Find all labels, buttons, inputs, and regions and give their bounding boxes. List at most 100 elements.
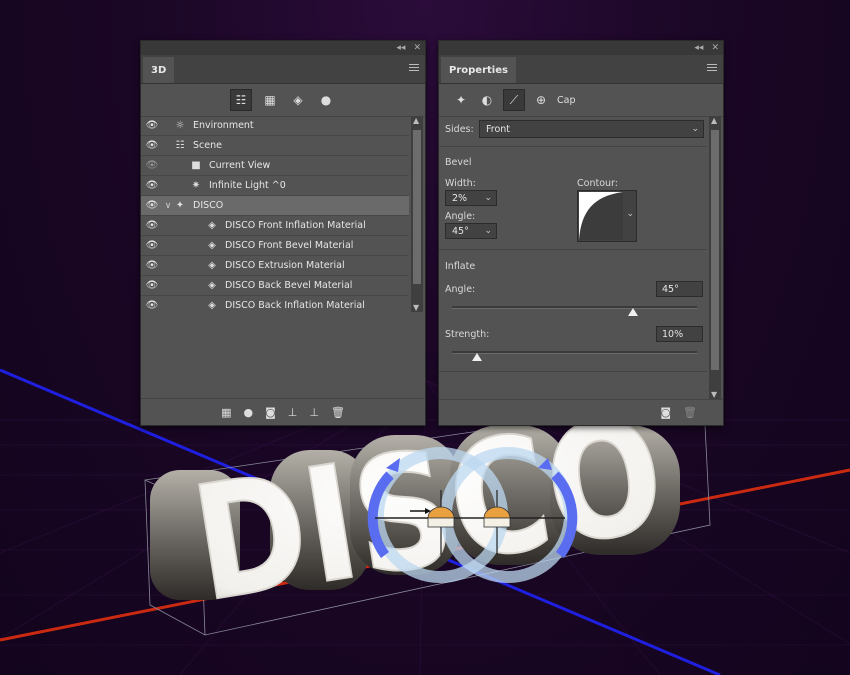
visibility-eye-icon[interactable]: 👁 bbox=[145, 160, 159, 171]
panel-properties-titlebar[interactable]: ◂◂ ✕ bbox=[439, 41, 723, 55]
bevel-angle-label: Angle: bbox=[445, 211, 476, 222]
expand-chevron-icon[interactable]: ∨ bbox=[163, 201, 173, 211]
light-filter-icon[interactable]: ● bbox=[316, 90, 336, 110]
bevel-angle-value: 45° bbox=[452, 225, 469, 237]
panel-3d-tabrow: 3D bbox=[141, 55, 425, 84]
scroll-up-arrow[interactable]: ▲ bbox=[711, 116, 717, 125]
layer-row[interactable]: 👁 ◈ DISCO Back Bevel Material bbox=[141, 276, 409, 296]
render-icon[interactable]: ◙ bbox=[265, 406, 276, 419]
collapse-icon[interactable]: ◂◂ bbox=[396, 43, 405, 53]
properties-mode-toolbar: ✦ ◐ ⟋ ⊕ Cap bbox=[439, 84, 723, 117]
contour-picker[interactable]: ⌄ bbox=[577, 190, 637, 242]
tab-properties[interactable]: Properties bbox=[441, 57, 516, 83]
collapse-icon[interactable]: ◂◂ bbox=[694, 43, 703, 53]
inflate-angle-slider[interactable] bbox=[452, 306, 697, 309]
deform-properties-icon[interactable]: ◐ bbox=[477, 90, 497, 110]
sides-select-value: Front bbox=[486, 123, 511, 135]
panel-3d-titlebar[interactable]: ◂◂ ✕ bbox=[141, 41, 425, 55]
layer-row[interactable]: 👁 ☼ Environment bbox=[141, 116, 409, 136]
width-value: 2% bbox=[452, 192, 468, 204]
layer-list-scrollbar[interactable]: ▲ ▼ bbox=[411, 116, 423, 312]
properties-scrollbar[interactable]: ▲ ▼ bbox=[709, 116, 721, 399]
inflate-angle-slider-thumb[interactable] bbox=[628, 308, 639, 316]
scene-filter-icon[interactable]: ☷ bbox=[230, 89, 252, 111]
scene-icon: ☷ bbox=[175, 140, 185, 151]
strength-label: Strength: bbox=[445, 329, 490, 340]
material-icon: ◈ bbox=[208, 220, 216, 231]
visibility-eye-icon[interactable]: 👁 bbox=[145, 260, 159, 271]
properties-scroll-thumb[interactable] bbox=[711, 130, 719, 370]
strength-input[interactable]: 10% bbox=[656, 326, 703, 342]
close-icon[interactable]: ✕ bbox=[711, 43, 719, 53]
chevron-down-icon: ⌄ bbox=[626, 209, 634, 219]
scroll-up-arrow[interactable]: ▲ bbox=[413, 116, 419, 125]
visibility-eye-icon[interactable]: 👁 bbox=[145, 280, 159, 291]
panel-properties-footer: ◙ 🗑 bbox=[439, 399, 723, 425]
panel-menu-icon[interactable] bbox=[409, 64, 419, 73]
material-icon: ◈ bbox=[208, 280, 216, 291]
layer-name: DISCO Front Inflation Material bbox=[225, 220, 366, 231]
panel-menu-icon[interactable] bbox=[707, 64, 717, 73]
cap-label: Cap bbox=[557, 94, 576, 106]
scroll-down-arrow[interactable]: ▼ bbox=[413, 303, 419, 312]
material-icon: ◈ bbox=[208, 260, 216, 271]
layer-name: DISCO bbox=[193, 200, 224, 211]
contour-curve-preview bbox=[579, 192, 623, 240]
layer-row[interactable]: 👁 ◈ DISCO Back Inflation Material bbox=[141, 296, 409, 312]
layer-name: Infinite Light ^0 bbox=[209, 180, 286, 191]
panel-properties-tabrow: Properties bbox=[439, 55, 723, 84]
inflate-angle-input[interactable]: 45° bbox=[656, 281, 703, 297]
layer-row[interactable]: 👁 ◈ DISCO Extrusion Material bbox=[141, 256, 409, 276]
panel-3d-filter-toolbar: ☷ ▦ ◈ ● bbox=[141, 84, 425, 117]
cap-properties-icon[interactable]: ⟋ bbox=[503, 89, 525, 111]
chevron-down-icon: ⌄ bbox=[484, 193, 492, 203]
chevron-down-icon: ⌄ bbox=[691, 124, 699, 134]
layer-row[interactable]: 👁 ◈ DISCO Front Bevel Material bbox=[141, 236, 409, 256]
tab-3d[interactable]: 3D bbox=[143, 57, 175, 83]
scroll-down-arrow[interactable]: ▼ bbox=[711, 390, 717, 399]
visibility-eye-icon[interactable]: 👁 bbox=[145, 140, 159, 151]
trash-icon[interactable]: 🗑 bbox=[331, 406, 345, 419]
sides-select[interactable]: Front ⌄ bbox=[479, 120, 704, 138]
layer-row[interactable]: 👁 ✷ Infinite Light ^0 bbox=[141, 176, 409, 196]
width-field[interactable]: 2% ⌄ bbox=[445, 190, 497, 206]
bevel-angle-field[interactable]: 45° ⌄ bbox=[445, 223, 497, 239]
strength-slider[interactable] bbox=[452, 351, 697, 354]
layer-row[interactable]: 👁 ∨ ✦ DISCO bbox=[141, 196, 409, 216]
strength-slider-thumb[interactable] bbox=[471, 353, 482, 361]
material-icon: ◈ bbox=[208, 300, 216, 311]
render-icon[interactable]: ◙ bbox=[660, 406, 671, 419]
divider bbox=[439, 249, 707, 250]
ground-icon[interactable]: ⊥ bbox=[288, 406, 298, 419]
layer-name: Current View bbox=[209, 160, 271, 171]
material-filter-icon[interactable]: ◈ bbox=[288, 90, 308, 110]
layer-row[interactable]: 👁 ☷ Scene bbox=[141, 136, 409, 156]
visibility-eye-icon[interactable]: 👁 bbox=[145, 120, 159, 131]
camera-icon: ■ bbox=[191, 160, 201, 171]
visibility-eye-icon[interactable]: 👁 bbox=[145, 220, 159, 231]
layer-list-scroll-thumb[interactable] bbox=[413, 130, 421, 284]
layer-name: DISCO Back Bevel Material bbox=[225, 280, 353, 291]
close-icon[interactable]: ✕ bbox=[413, 43, 421, 53]
trash-icon[interactable]: 🗑 bbox=[683, 406, 697, 419]
layer-row[interactable]: 👁 ◈ DISCO Front Inflation Material bbox=[141, 216, 409, 236]
mesh-icon: ✦ bbox=[175, 200, 185, 211]
layer-row[interactable]: 👁 ■ Current View bbox=[141, 156, 409, 176]
layer-name: Environment bbox=[193, 120, 254, 131]
visibility-eye-icon[interactable]: 👁 bbox=[145, 240, 159, 251]
visibility-eye-icon[interactable]: 👁 bbox=[145, 200, 159, 211]
visibility-eye-icon[interactable]: 👁 bbox=[145, 180, 159, 191]
mesh-properties-icon[interactable]: ✦ bbox=[451, 90, 471, 110]
material-icon: ◈ bbox=[208, 240, 216, 251]
divider bbox=[439, 371, 707, 372]
panel-3d-footer: ▦ ● ◙ ⊥ ⊥ 🗑 bbox=[141, 398, 425, 425]
layer-name: DISCO Extrusion Material bbox=[225, 260, 345, 271]
visibility-eye-icon[interactable]: 👁 bbox=[145, 300, 159, 311]
coordinates-icon[interactable]: ⊕ bbox=[531, 90, 551, 110]
layer-list: 👁 ☼ Environment 👁 ☷ Scene 👁 ■ Current View 👁 ✷ Infi… bbox=[141, 116, 409, 312]
drop-to-plane-icon[interactable]: ⊥ bbox=[309, 406, 319, 419]
new-light-icon[interactable]: ● bbox=[243, 406, 253, 419]
sides-label: Sides: bbox=[445, 124, 474, 135]
new-mesh-icon[interactable]: ▦ bbox=[221, 406, 231, 419]
mesh-filter-icon[interactable]: ▦ bbox=[260, 90, 280, 110]
